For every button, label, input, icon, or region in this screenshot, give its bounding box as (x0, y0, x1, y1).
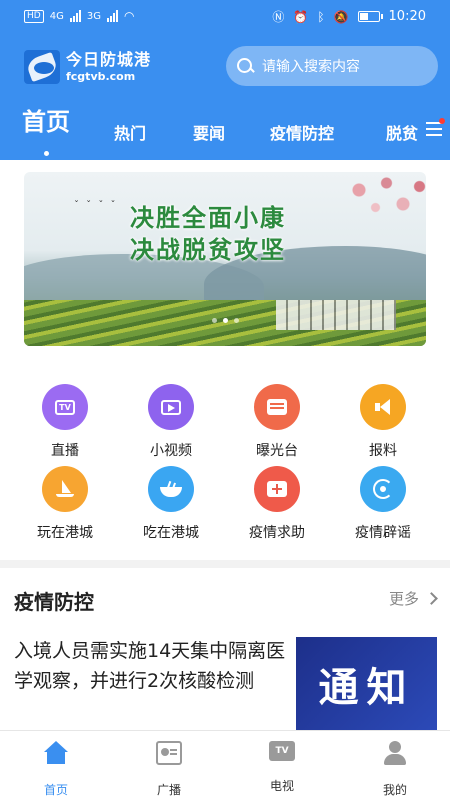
news-thumbnail[interactable]: 通知 (296, 637, 437, 731)
nav-profile[interactable]: 我的 (365, 741, 425, 798)
thumbnail-text: 通知 (318, 665, 415, 711)
tv-icon: TV (42, 384, 88, 430)
banner-village (276, 300, 396, 330)
network-4g-label: 4G (49, 10, 64, 22)
food-bowl-icon (148, 466, 194, 512)
status-right: Ⓝ ⏰ ᛒ 🔕 10:20 (272, 8, 426, 25)
service-food[interactable]: 吃在港城 (121, 466, 221, 542)
service-rumor[interactable]: 疫情辟谣 (333, 466, 433, 542)
service-epidemic-help[interactable]: 疫情求助 (227, 466, 327, 542)
service-exposure[interactable]: 曝光台 (227, 384, 327, 460)
banner-carousel[interactable]: ˇ ˇ ˇ ˇ 决胜全面小康 决战脱贫攻坚 (24, 172, 426, 346)
news-card-icon (254, 384, 300, 430)
status-bar: HD 4G 3G ◠ Ⓝ ⏰ ᛒ 🔕 10:20 (0, 0, 450, 34)
chevron-right-icon (425, 592, 438, 605)
banner-headline-1: 决胜全面小康 (130, 204, 286, 232)
video-play-icon (148, 384, 194, 430)
service-report[interactable]: 报料 (333, 384, 433, 460)
tab-poverty[interactable]: 脱贫 (386, 120, 418, 144)
battery-icon (357, 11, 383, 22)
more-label: 更多 (388, 590, 419, 608)
tab-epidemic[interactable]: 疫情防控 (270, 120, 334, 144)
signal-icon (69, 10, 81, 22)
section-divider (0, 560, 450, 568)
status-left: HD 4G 3G ◠ (24, 9, 134, 23)
notification-dot (439, 118, 445, 124)
search-input[interactable]: 请输入搜索内容 (226, 46, 438, 86)
banner-blossom (326, 172, 426, 232)
tab-hot[interactable]: 热门 (114, 120, 146, 144)
menu-icon[interactable] (426, 118, 445, 136)
nav-label: 广播 (156, 783, 181, 797)
service-label: 吃在港城 (143, 525, 199, 541)
service-label: 疫情求助 (249, 525, 305, 541)
app-logo[interactable]: 今日防城港 fcgtvb.com (24, 50, 156, 84)
nav-radio[interactable]: 广播 (139, 741, 199, 798)
active-tab-indicator (44, 151, 49, 156)
logo-domain: fcgtvb.com (66, 70, 136, 83)
radio-icon (156, 741, 182, 765)
logo-text: 今日防城港 fcgtvb.com (66, 50, 152, 83)
service-label: 玩在港城 (37, 525, 93, 541)
sailboat-icon (42, 466, 88, 512)
nav-tv[interactable]: TV 电视 (252, 741, 312, 794)
nav-label: 电视 (269, 779, 294, 793)
mute-icon: 🔕 (333, 9, 349, 24)
channel-tabs: 首页 热门 要闻 疫情防控 脱贫 (0, 108, 450, 160)
home-icon (43, 741, 69, 765)
service-short-video[interactable]: 小视频 (121, 384, 221, 460)
medical-kit-icon (254, 466, 300, 512)
service-label: 报料 (369, 443, 397, 459)
top-header: HD 4G 3G ◠ Ⓝ ⏰ ᛒ 🔕 10:20 今日防城港 fcgtvb.co… (0, 0, 450, 160)
bottom-nav: 首页 广播 TV 电视 我的 (0, 730, 450, 800)
logo-mark-icon (24, 50, 60, 84)
news-title[interactable]: 入境人员需实施14天集中隔离医学观察，并进行2次核酸检测 (14, 636, 290, 696)
birds-icon: ˇ ˇ ˇ ˇ (74, 200, 118, 211)
section-title: 疫情防控 (14, 590, 94, 614)
refresh-check-icon (360, 466, 406, 512)
service-label: 疫情辟谣 (355, 525, 411, 541)
service-label: 曝光台 (256, 443, 298, 459)
megaphone-icon (360, 384, 406, 430)
nav-home[interactable]: 首页 (26, 741, 86, 798)
clock-time: 10:20 (388, 9, 426, 24)
wifi-icon: ◠ (123, 9, 135, 23)
logo-title: 今日防城港 (66, 50, 152, 69)
search-placeholder: 请输入搜索内容 (262, 59, 360, 75)
service-label: 小视频 (150, 443, 192, 459)
more-link[interactable]: 更多 (388, 588, 438, 609)
carousel-dot[interactable] (211, 318, 217, 323)
bluetooth-icon: ᛒ (317, 9, 325, 24)
service-label: 直播 (51, 443, 79, 459)
banner-headline-2: 决战脱贫攻坚 (130, 236, 286, 264)
nfc-icon: Ⓝ (272, 10, 285, 24)
tv-icon: TV (269, 741, 295, 761)
nav-label: 我的 (382, 783, 407, 797)
service-play[interactable]: 玩在港城 (15, 466, 115, 542)
search-icon (236, 57, 254, 75)
carousel-dot-active[interactable] (222, 318, 228, 323)
hd-badge: HD (24, 9, 44, 23)
tab-home[interactable]: 首页 (22, 102, 70, 137)
carousel-dots (24, 318, 426, 323)
nav-label: 首页 (43, 783, 68, 797)
user-icon (382, 741, 408, 765)
service-live[interactable]: TV 直播 (15, 384, 115, 460)
network-3g-label: 3G (86, 10, 101, 22)
carousel-dot[interactable] (233, 318, 239, 323)
signal-icon-2 (106, 10, 118, 22)
tab-headlines[interactable]: 要闻 (193, 120, 225, 144)
alarm-icon: ⏰ (293, 9, 309, 24)
